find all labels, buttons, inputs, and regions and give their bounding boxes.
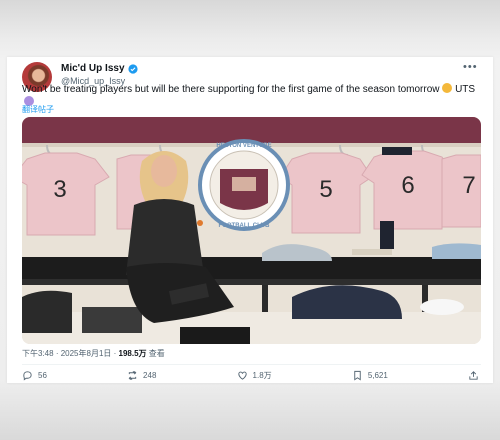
- tweet-time[interactable]: 下午3:48: [22, 349, 54, 358]
- views-label: 查看: [148, 349, 165, 358]
- svg-text:HESTON VENTURE: HESTON VENTURE: [216, 143, 271, 149]
- tweet-date[interactable]: 2025年8月1日: [61, 349, 112, 358]
- smiling-face-emoji-icon: [442, 83, 453, 93]
- tweet-photo[interactable]: HESTON VENTURE FOOTBALL CLUB 3 5 6 7: [22, 117, 481, 344]
- share-icon: [469, 370, 478, 380]
- changing-room-image: HESTON VENTURE FOOTBALL CLUB 3 5 6 7: [22, 117, 481, 344]
- tweet-tail: UTS: [455, 84, 476, 95]
- svg-text:3: 3: [53, 176, 66, 203]
- tweet-text: Won't be treating players but will be th…: [22, 83, 482, 109]
- view-count: 198.5万: [118, 349, 147, 358]
- reply-icon: [23, 370, 32, 381]
- bookmark-count: 5,621: [367, 370, 388, 380]
- tweet-body: Won't be treating players but will be th…: [22, 84, 440, 95]
- divider: [22, 364, 481, 365]
- translate-link[interactable]: 翻译帖子: [22, 104, 54, 115]
- bench: [22, 257, 481, 279]
- repost-count: 248: [143, 370, 157, 380]
- repost-icon: [128, 370, 137, 380]
- author-name[interactable]: Mic'd Up Issy: [61, 63, 125, 74]
- share-button[interactable]: [468, 368, 479, 382]
- club-crest: HESTON VENTURE FOOTBALL CLUB: [198, 139, 290, 231]
- reply-count: 56: [38, 370, 47, 380]
- svg-text:6: 6: [401, 172, 414, 199]
- like-button[interactable]: 1.8万: [237, 368, 272, 382]
- tweet-card: Mic'd Up Issy @Micd_up_Issy ••• Won't be…: [7, 57, 493, 383]
- svg-text:5: 5: [319, 176, 332, 203]
- svg-text:FOOTBALL CLUB: FOOTBALL CLUB: [219, 223, 271, 229]
- bookmark-icon: [354, 370, 361, 380]
- bookmark-button[interactable]: 5,621: [352, 368, 388, 382]
- more-options-icon[interactable]: •••: [463, 61, 478, 73]
- repost-button[interactable]: 248: [127, 368, 156, 382]
- action-bar: 56 248 1.8万 5,621: [22, 368, 479, 382]
- heart-icon: [237, 371, 247, 380]
- author-name-row: Mic'd Up Issy: [61, 63, 138, 74]
- like-count: 1.8万: [252, 370, 272, 380]
- maroon-wall-band: [22, 117, 481, 143]
- svg-text:7: 7: [462, 172, 475, 199]
- verified-badge-icon: [127, 63, 138, 74]
- reply-button[interactable]: 56: [22, 368, 47, 382]
- tweet-meta: 下午3:48 · 2025年8月1日 · 198.5万 查看: [22, 349, 165, 358]
